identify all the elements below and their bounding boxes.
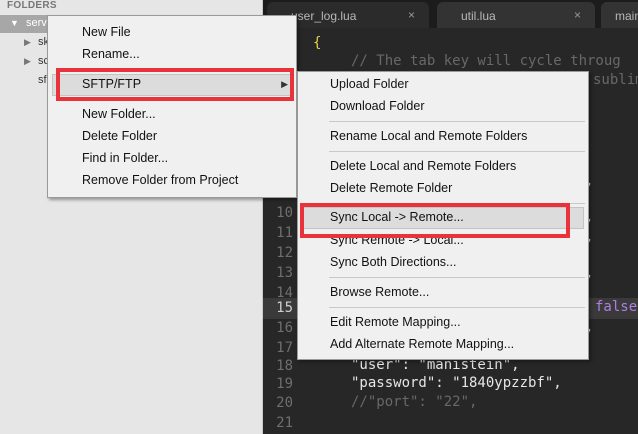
code-comment: //"port": "22",: [351, 394, 478, 410]
menu-item-label: Add Alternate Remote Mapping...: [330, 337, 515, 351]
menu-separator: [329, 307, 585, 308]
line-number: 20: [276, 395, 293, 411]
tab-bar: user_log.lua × util.lua × main: [263, 0, 638, 28]
line-number: 17: [276, 340, 293, 356]
code-keyword: false: [595, 299, 638, 315]
triangle-right-icon[interactable]: ▶: [24, 37, 31, 48]
line-number: 19: [276, 376, 293, 392]
line-number: 16: [276, 320, 293, 336]
menu-item-label: Rename...: [82, 47, 140, 61]
menu-item-download-folder[interactable]: Download Folder: [298, 96, 588, 118]
menu-separator: [329, 277, 585, 278]
menu-item-browse-remote[interactable]: Browse Remote...: [298, 282, 588, 304]
menu-item-sync-both[interactable]: Sync Both Directions...: [298, 252, 588, 274]
tree-item-label: serv: [26, 17, 47, 29]
menu-item-label: Edit Remote Mapping...: [330, 315, 461, 329]
menu-item-new-folder[interactable]: New Folder...: [48, 104, 296, 126]
triangle-right-icon[interactable]: ▶: [24, 56, 31, 67]
menu-item-delete-folder[interactable]: Delete Folder: [48, 126, 296, 148]
code-line: {: [313, 35, 322, 51]
menu-item-new-file[interactable]: New File: [48, 22, 296, 44]
tab-label: util.lua: [461, 9, 496, 23]
menu-item-find-in-folder[interactable]: Find in Folder...: [48, 148, 296, 170]
menu-item-label: Download Folder: [330, 99, 425, 113]
menu-item-remove-folder[interactable]: Remove Folder from Project: [48, 170, 296, 192]
tab-label: main: [615, 9, 638, 23]
menu-item-rename-local-remote[interactable]: Rename Local and Remote Folders: [298, 126, 588, 148]
menu-item-label: Sync Both Directions...: [330, 255, 457, 269]
menu-separator: [329, 121, 585, 122]
line-number: 11: [276, 225, 293, 241]
menu-item-label: Upload Folder: [330, 77, 409, 91]
line-number: 18: [276, 358, 293, 374]
highlight-box-sftp: [56, 68, 294, 101]
line-number: 10: [276, 205, 293, 221]
menu-item-label: Find in Folder...: [82, 151, 169, 165]
close-icon[interactable]: ×: [408, 8, 415, 22]
menu-item-label: Remove Folder from Project: [82, 173, 239, 187]
menu-item-label: Delete Remote Folder: [330, 181, 453, 195]
code-comment: // The tab key will cycle throug: [351, 53, 621, 69]
menu-item-label: Browse Remote...: [330, 285, 430, 299]
line-number: 15: [276, 300, 293, 316]
line-number: 13: [276, 265, 293, 281]
folder-context-menu: New File Rename... SFTP/FTP ▶ New Folder…: [47, 15, 297, 198]
menu-item-upload-folder[interactable]: Upload Folder: [298, 74, 588, 96]
menu-item-delete-remote[interactable]: Delete Remote Folder: [298, 178, 588, 200]
line-number: 21: [276, 415, 293, 431]
tab-main[interactable]: main: [601, 2, 638, 28]
menu-separator: [329, 151, 585, 152]
line-number: 14: [276, 285, 293, 301]
menu-item-delete-local-remote[interactable]: Delete Local and Remote Folders: [298, 156, 588, 178]
folders-header: FOLDERS: [7, 0, 57, 11]
tab-util[interactable]: util.lua ×: [437, 2, 595, 28]
menu-item-rename[interactable]: Rename...: [48, 44, 296, 66]
code-comment: subliml: [593, 72, 638, 88]
menu-item-label: New Folder...: [82, 107, 156, 121]
menu-item-label: New File: [82, 25, 131, 39]
line-number: 12: [276, 245, 293, 261]
tab-label: user_log.lua: [291, 9, 357, 23]
tree-item-label: sf: [38, 74, 47, 86]
triangle-down-icon[interactable]: ▼: [10, 18, 19, 28]
menu-item-label: Rename Local and Remote Folders: [330, 129, 528, 143]
menu-item-add-alternate-mapping[interactable]: Add Alternate Remote Mapping...: [298, 334, 588, 356]
menu-item-edit-remote-mapping[interactable]: Edit Remote Mapping...: [298, 312, 588, 334]
close-icon[interactable]: ×: [574, 8, 581, 22]
highlight-box-sync-local-remote: [300, 203, 570, 238]
menu-item-label: Delete Folder: [82, 129, 158, 143]
code-line: "password": "1840ypzzbf",: [351, 375, 562, 391]
menu-item-label: Delete Local and Remote Folders: [330, 159, 517, 173]
